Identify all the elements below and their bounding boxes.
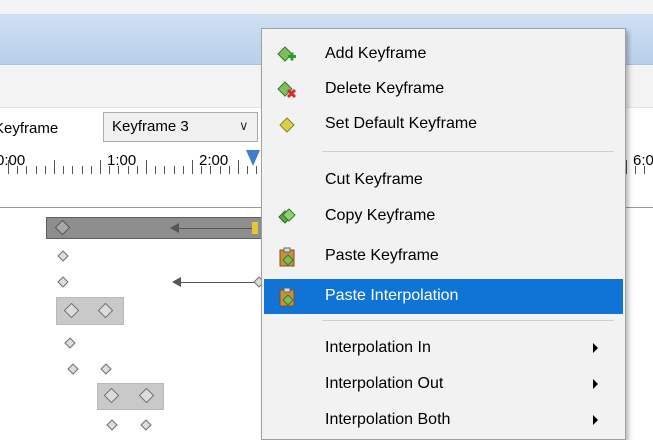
- ruler-tick: [182, 166, 184, 174]
- menu-separator: [322, 151, 614, 152]
- window-top-strip: [0, 0, 653, 14]
- menu-separator: [322, 320, 614, 321]
- menu-item-label: Cut Keyframe: [325, 171, 423, 188]
- ruler-tick: [164, 166, 166, 174]
- set-default-keyframe-icon: [279, 117, 295, 133]
- keyframe-current-marker[interactable]: [252, 222, 258, 234]
- keyframe-select[interactable]: Keyframe 3 ∨: [103, 112, 258, 142]
- menu-item-label: Paste Keyframe: [325, 247, 439, 264]
- ruler-tick: [26, 166, 28, 174]
- menu-item-set-default-keyframe[interactable]: Set Default Keyframe: [264, 107, 623, 142]
- ruler-tick: [35, 166, 37, 174]
- ruler-tick: [44, 166, 46, 174]
- menu-item-label: Interpolation Both: [325, 411, 451, 428]
- ruler-tick: [256, 166, 258, 174]
- chevron-down-icon: ∨: [239, 118, 249, 133]
- delete-keyframe-icon: [277, 81, 297, 99]
- ruler-tick: [90, 166, 92, 174]
- ruler-tick: [146, 160, 147, 174]
- menu-item-add-keyframe[interactable]: Add Keyframe: [264, 37, 623, 72]
- ruler-tick: [238, 160, 239, 174]
- ruler-tick: [54, 160, 55, 174]
- menu-item-interpolation-out[interactable]: Interpolation Out: [264, 367, 623, 402]
- ruler-label-2: 2:00: [199, 152, 229, 169]
- menu-item-label: Paste Interpolation: [325, 287, 459, 304]
- keyframe-context-menu: Add Keyframe Delete Keyframe Set Default…: [261, 28, 626, 440]
- menu-item-cut-keyframe[interactable]: Cut Keyframe: [264, 163, 623, 198]
- keyframe-select-value: Keyframe 3: [112, 118, 189, 135]
- menu-item-copy-keyframe[interactable]: Copy Keyframe: [264, 199, 623, 234]
- ruler-tick: [626, 160, 627, 174]
- keyframe-label: Keyframe: [0, 120, 59, 137]
- interpolation-arrow: [174, 228, 254, 229]
- menu-item-paste-keyframe[interactable]: Paste Keyframe: [264, 239, 623, 274]
- copy-keyframe-icon: [278, 208, 296, 224]
- ruler-tick: [136, 166, 138, 174]
- menu-item-label: Copy Keyframe: [325, 207, 436, 224]
- add-keyframe-icon: [277, 46, 296, 62]
- arrow-head: [172, 277, 181, 287]
- menu-item-interpolation-both[interactable]: Interpolation Both: [264, 403, 623, 438]
- menu-item-paste-interpolation[interactable]: Paste Interpolation: [264, 279, 623, 314]
- submenu-arrow-icon: [593, 343, 598, 353]
- ruler-tick: [173, 166, 175, 174]
- menu-item-label: Interpolation Out: [325, 375, 444, 392]
- ruler-tick: [192, 160, 193, 174]
- ruler-tick: [63, 166, 65, 174]
- ruler-tick: [155, 166, 157, 174]
- ruler-tick: [247, 166, 249, 174]
- menu-item-label: Set Default Keyframe: [325, 115, 478, 132]
- ruler-tick: [228, 166, 230, 174]
- menu-item-label: Add Keyframe: [325, 45, 427, 62]
- submenu-arrow-icon: [593, 379, 598, 389]
- ruler-label-1: 1:00: [107, 152, 137, 169]
- menu-item-label: Interpolation In: [325, 339, 431, 356]
- ruler-label-0: 0:00: [0, 152, 26, 169]
- ruler-tick: [100, 160, 101, 174]
- ruler-baseline-right: [625, 207, 653, 208]
- ruler-tick: [72, 166, 74, 174]
- paste-interpolation-icon: [279, 287, 295, 307]
- playhead-marker[interactable]: [246, 150, 260, 166]
- menu-item-label: Delete Keyframe: [325, 80, 445, 97]
- menu-item-interpolation-in[interactable]: Interpolation In: [264, 331, 623, 366]
- ruler-tick: [81, 166, 83, 174]
- arrow-head: [170, 223, 179, 233]
- ruler-label-6: 6:00: [633, 152, 653, 169]
- submenu-arrow-icon: [593, 415, 598, 425]
- interpolation-arrow: [176, 282, 256, 283]
- menu-item-delete-keyframe[interactable]: Delete Keyframe: [264, 72, 623, 107]
- paste-keyframe-icon: [279, 247, 295, 267]
